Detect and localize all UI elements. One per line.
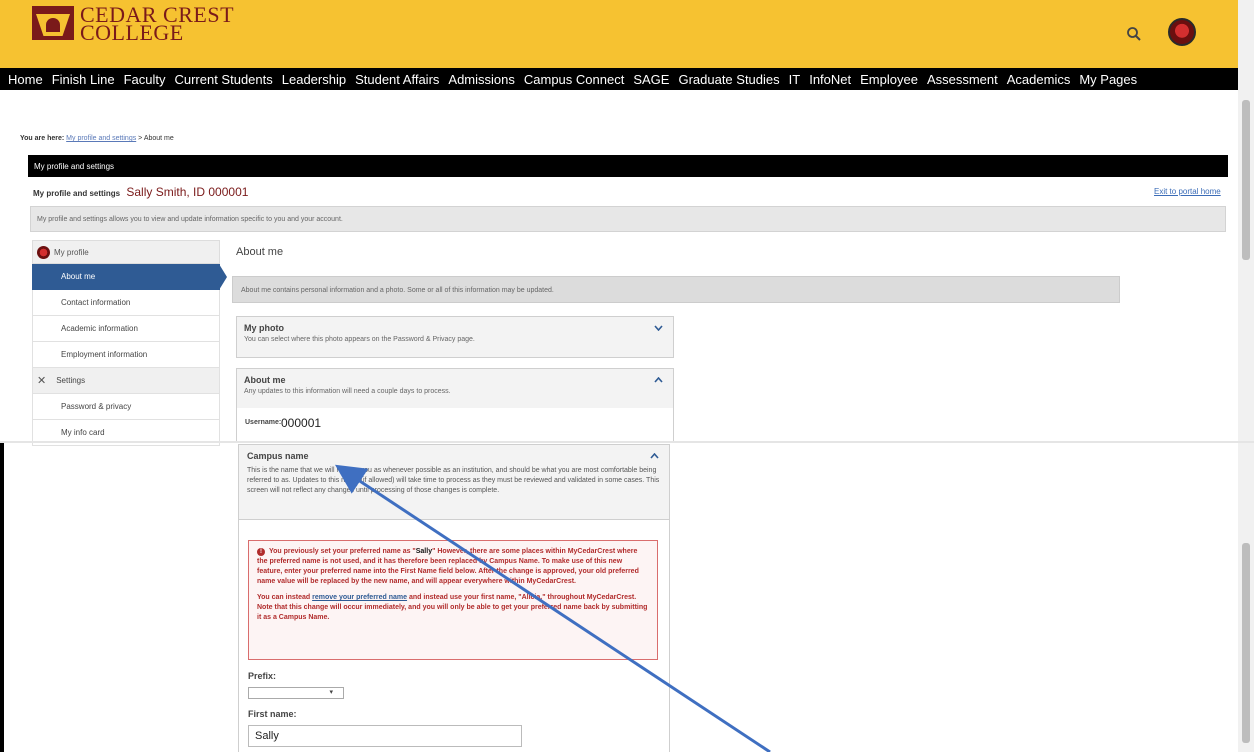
sidebar: My profile About me Contact information … (32, 240, 227, 446)
sidebar-head[interactable]: My profile (32, 240, 220, 264)
username-row: Username: 000001 (236, 408, 674, 442)
chevron-down-icon[interactable] (654, 323, 663, 333)
first-name-input[interactable]: Sally (248, 725, 522, 747)
alert-icon: ! (257, 548, 265, 556)
my-photo-sub: You can select where this photo appears … (244, 336, 475, 343)
preferred-name-alert: ! You previously set your preferred name … (248, 540, 658, 660)
sidebar-item-password[interactable]: Password & privacy (32, 394, 220, 420)
nav-leadership[interactable]: Leadership (282, 72, 346, 87)
profile-avatar-icon (37, 245, 50, 259)
nav-sage[interactable]: SAGE (633, 72, 669, 87)
about-me-card[interactable]: About me Any updates to this information… (236, 368, 674, 409)
sidebar-item-contact[interactable]: Contact information (32, 290, 220, 316)
username-label: Username: (245, 419, 282, 426)
user-avatar[interactable] (1168, 18, 1196, 46)
about-me-sub: Any updates to this information will nee… (244, 388, 451, 395)
preferred-name: Sally (415, 548, 433, 555)
nav-admissions[interactable]: Admissions (448, 72, 514, 87)
about-me-title: About me (244, 375, 286, 385)
chevron-up-icon[interactable] (654, 375, 663, 385)
breadcrumb-prefix: You are here: (20, 135, 65, 142)
sidebar-item-academic[interactable]: Academic information (32, 316, 220, 342)
nav-employee[interactable]: Employee (860, 72, 918, 87)
main-nav: Home Finish Line Faculty Current Student… (0, 68, 1254, 90)
about-info: About me contains personal information a… (232, 276, 1120, 303)
username-value: 000001 (281, 416, 322, 430)
page-title: About me (236, 246, 284, 258)
tools-icon: ✕ (37, 375, 47, 387)
nav-faculty[interactable]: Faculty (124, 72, 166, 87)
nav-my-pages[interactable]: My Pages (1079, 72, 1137, 87)
panel-title-text: My profile and settings (33, 189, 121, 198)
user-identity: Sally Smith, ID 000001 (126, 185, 249, 199)
left-edge (0, 443, 4, 752)
campus-name-card[interactable]: Campus name This is the name that we wil… (238, 444, 670, 520)
search-icon[interactable] (1126, 26, 1142, 47)
site-header: CEDAR CREST COLLEGE (0, 0, 1254, 68)
nav-home[interactable]: Home (8, 72, 43, 87)
prefix-label: Prefix: (248, 671, 277, 681)
screenshot-divider (0, 441, 1254, 443)
nav-infonet[interactable]: InfoNet (809, 72, 851, 87)
chevron-up-icon[interactable] (650, 451, 659, 461)
page-scrollbar[interactable] (1238, 0, 1254, 441)
remove-preferred-name-link[interactable]: remove your preferred name (312, 594, 407, 601)
panel-info: My profile and settings allows you to vi… (30, 206, 1226, 232)
breadcrumb-current: About me (143, 135, 174, 142)
nav-academics[interactable]: Academics (1007, 72, 1071, 87)
first-name-label: First name: (248, 709, 297, 719)
my-photo-card[interactable]: My photo You can select where this photo… (236, 316, 674, 358)
my-photo-title: My photo (244, 323, 284, 333)
nav-campus-connect[interactable]: Campus Connect (524, 72, 624, 87)
page-scrollbar-lower[interactable] (1238, 443, 1254, 752)
panel-bar: My profile and settings (28, 155, 1228, 177)
sidebar-head-label: My profile (54, 247, 89, 257)
panel-title: My profile and settings Sally Smith, ID … (33, 185, 248, 199)
sidebar-settings[interactable]: ✕ Settings (32, 368, 220, 394)
college-logo[interactable]: CEDAR CREST COLLEGE (32, 4, 234, 44)
campus-name-desc: This is the name that we will refer to y… (247, 467, 660, 494)
breadcrumb-sep: > (136, 135, 144, 142)
scrollbar-thumb[interactable] (1242, 100, 1250, 260)
nav-student-affairs[interactable]: Student Affairs (355, 72, 439, 87)
sidebar-item-about-me[interactable]: About me (32, 264, 227, 290)
campus-name-title: Campus name (247, 451, 309, 461)
nav-it[interactable]: IT (789, 72, 801, 87)
logo-mark-icon (32, 6, 74, 40)
exit-portal-link[interactable]: Exit to portal home (1154, 187, 1221, 196)
sidebar-item-employment[interactable]: Employment information (32, 342, 220, 368)
prefix-select[interactable]: ▾ (248, 687, 344, 699)
nav-current-students[interactable]: Current Students (174, 72, 272, 87)
nav-graduate-studies[interactable]: Graduate Studies (678, 72, 779, 87)
breadcrumb: You are here: My profile and settings > … (20, 135, 174, 142)
scrollbar-thumb-lower[interactable] (1242, 543, 1250, 743)
nav-finish-line[interactable]: Finish Line (52, 72, 115, 87)
breadcrumb-link[interactable]: My profile and settings (66, 135, 136, 142)
nav-assessment[interactable]: Assessment (927, 72, 998, 87)
